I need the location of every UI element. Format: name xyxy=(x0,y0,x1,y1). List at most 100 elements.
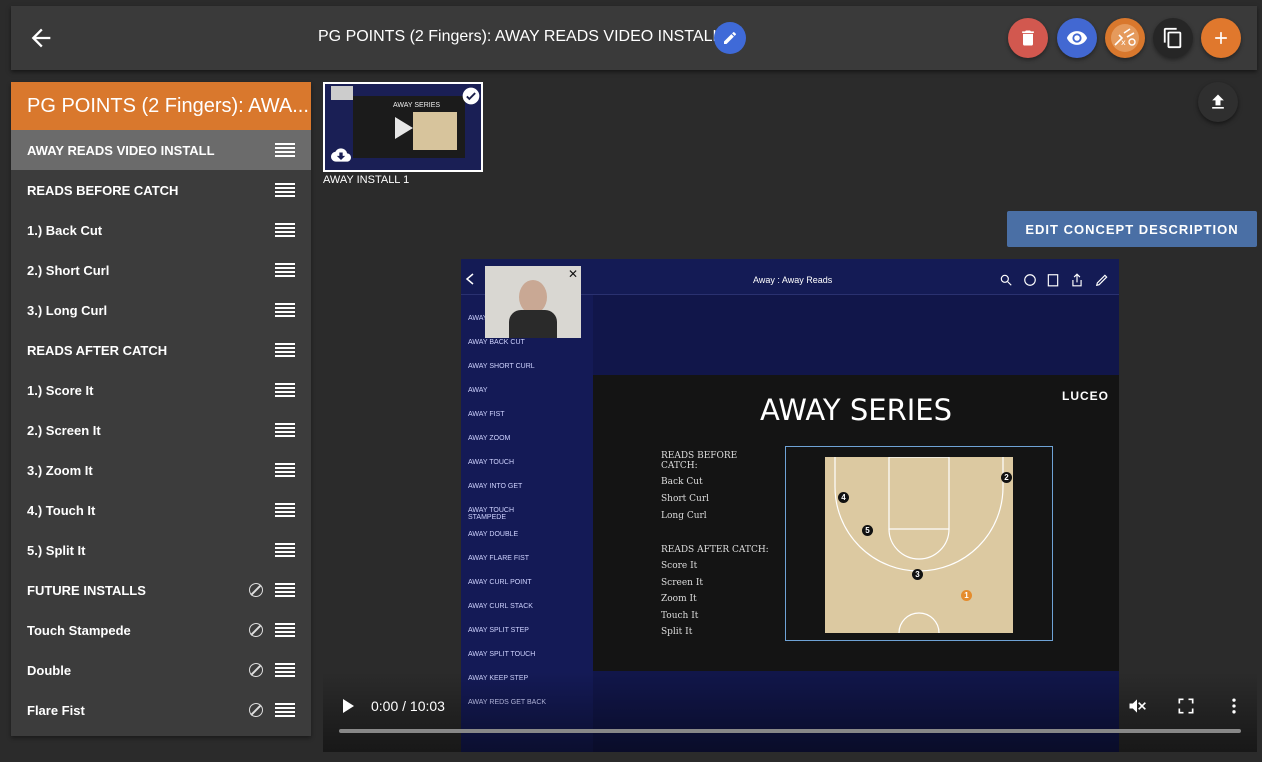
edit-title-button[interactable] xyxy=(714,22,746,54)
play-icon xyxy=(395,117,413,139)
drag-handle-icon[interactable] xyxy=(275,503,295,517)
sidebar-item[interactable]: 5.) Split It xyxy=(11,530,311,570)
play-button[interactable] xyxy=(341,698,355,714)
drag-handle-icon[interactable] xyxy=(275,423,295,437)
app-list-item: AWAY FLARE FIST xyxy=(468,555,530,562)
sidebar-item[interactable]: 2.) Short Curl xyxy=(11,250,311,290)
copy-button[interactable] xyxy=(1153,18,1193,58)
thumbnail-label: AWAY INSTALL 1 xyxy=(323,174,410,186)
sidebar-item-label: 3.) Zoom It xyxy=(27,462,93,478)
mute-icon[interactable] xyxy=(1127,696,1147,716)
app-title: Away : Away Reads xyxy=(753,275,833,285)
app-list-item: AWAY CURL STACK xyxy=(468,603,533,610)
video-player[interactable]: Away : Away Reads AWAY READSAWAY BACK CU… xyxy=(323,259,1257,752)
reads-after-title: READS AFTER CATCH: xyxy=(661,545,769,555)
block-icon xyxy=(249,623,263,637)
sidebar-item-label: READS AFTER CATCH xyxy=(27,342,168,358)
svg-text:x: x xyxy=(1121,38,1126,47)
player-marker: 3 xyxy=(912,569,923,580)
playbook-button[interactable]: x xyxy=(1105,18,1145,58)
sidebar-item[interactable]: AWAY READS VIDEO INSTALL xyxy=(11,130,311,170)
thumbnail-webcam xyxy=(331,86,353,100)
sidebar-header[interactable]: PG POINTS (2 Fingers): AWA... xyxy=(11,82,311,130)
progress-bar[interactable] xyxy=(339,729,1241,733)
player-marker: 1 xyxy=(961,590,972,601)
reads-after-item: Screen It xyxy=(661,577,703,588)
sidebar-item[interactable]: 4.) Touch It xyxy=(11,490,311,530)
drag-handle-icon[interactable] xyxy=(275,543,295,557)
sidebar-item[interactable]: 3.) Zoom It xyxy=(11,450,311,490)
add-button[interactable] xyxy=(1201,18,1241,58)
app-list-item: AWAY SPLIT TOUCH xyxy=(468,651,536,658)
block-icon xyxy=(249,583,263,597)
sidebar-item[interactable]: 3.) Long Curl xyxy=(11,290,311,330)
drag-handle-icon[interactable] xyxy=(275,663,295,677)
check-circle-icon xyxy=(462,87,480,105)
pencil-icon xyxy=(724,31,736,44)
reads-after-item: Zoom It xyxy=(661,594,697,604)
sidebar-item[interactable]: READS AFTER CATCH xyxy=(11,330,311,370)
time-display: 0:00 / 10:03 xyxy=(371,698,445,714)
drag-handle-icon[interactable] xyxy=(275,143,295,157)
body-shape xyxy=(509,310,557,338)
drag-handle-icon[interactable] xyxy=(275,343,295,357)
app-list-item: AWAY DOUBLE xyxy=(468,531,519,538)
webcam-overlay: ✕ xyxy=(485,266,581,338)
reads-after-item: Touch It xyxy=(661,610,699,621)
sidebar-item-label: 1.) Back Cut xyxy=(27,222,103,238)
slide-title: AWAY SERIES xyxy=(760,393,953,427)
sidebar-item[interactable]: FUTURE INSTALLS xyxy=(11,570,311,610)
drag-handle-icon[interactable] xyxy=(275,463,295,477)
app-list-item: AWAY SHORT CURL xyxy=(468,363,535,370)
drag-handle-icon[interactable] xyxy=(275,703,295,717)
sidebar-item[interactable]: Double xyxy=(11,650,311,690)
edit-concept-description-button[interactable]: EDIT CONCEPT DESCRIPTION xyxy=(1007,211,1257,247)
preview-button[interactable] xyxy=(1057,18,1097,58)
upload-icon xyxy=(1212,94,1224,109)
page-title: PG POINTS (2 Fingers): AWAY READS VIDEO … xyxy=(318,28,722,45)
video-controls: 0:00 / 10:03 xyxy=(323,672,1257,752)
drag-handle-icon[interactable] xyxy=(275,583,295,597)
delete-button[interactable] xyxy=(1008,18,1048,58)
upload-button[interactable] xyxy=(1198,82,1238,122)
sidebar-item-label: Touch Stampede xyxy=(27,622,131,638)
reads-before-item: Back Cut xyxy=(661,477,703,487)
sidebar-item-label: 2.) Short Curl xyxy=(27,262,110,278)
drag-handle-icon[interactable] xyxy=(275,263,295,277)
back-button[interactable] xyxy=(27,24,55,52)
eye-icon xyxy=(1066,31,1088,45)
reads-before-item: Long Curl xyxy=(661,511,707,521)
face-shape xyxy=(519,280,547,314)
drag-handle-icon[interactable] xyxy=(275,223,295,237)
drag-handle-icon[interactable] xyxy=(275,183,295,197)
fullscreen-icon[interactable] xyxy=(1176,696,1196,716)
drag-handle-icon[interactable] xyxy=(275,303,295,317)
sidebar-item[interactable]: 1.) Score It xyxy=(11,370,311,410)
thumbnail-court xyxy=(413,112,457,150)
app-list-item: AWAY xyxy=(468,387,488,394)
sidebar-item[interactable]: Touch Stampede xyxy=(11,610,311,650)
app-list-item: AWAY TOUCH xyxy=(468,459,515,466)
player-marker: 4 xyxy=(838,492,849,503)
sidebar-item-label: Flare Fist xyxy=(27,702,85,718)
pencil-icon xyxy=(1095,274,1108,287)
arrow-left-icon xyxy=(31,28,51,48)
player-marker: 2 xyxy=(1001,472,1012,483)
sidebar-item[interactable]: 1.) Back Cut xyxy=(11,210,311,250)
presentation-slide: AWAY SERIES LUCEO READS BEFORE CATCH: Ba… xyxy=(593,375,1119,671)
drag-handle-icon[interactable] xyxy=(275,383,295,397)
sidebar-item-label: 4.) Touch It xyxy=(27,502,96,518)
sidebar-item[interactable]: Flare Fist xyxy=(11,690,311,730)
sidebar-item-label: READS BEFORE CATCH xyxy=(27,182,179,198)
drag-handle-icon[interactable] xyxy=(275,623,295,637)
video-thumbnail[interactable]: AWAY SERIES xyxy=(323,82,483,172)
whistle-icon: x xyxy=(1111,24,1139,52)
sidebar-item[interactable]: READS BEFORE CATCH xyxy=(11,170,311,210)
sidebar-item[interactable]: 2.) Screen It xyxy=(11,410,311,450)
more-vertical-icon[interactable] xyxy=(1224,696,1244,716)
reads-after-item: Split It xyxy=(661,627,693,637)
player-marker: 5 xyxy=(862,525,873,536)
top-bar: PG POINTS (2 Fingers): AWAY READS VIDEO … xyxy=(11,6,1257,70)
basketball-court: 4 2 5 3 1 xyxy=(825,456,1013,634)
trash-icon xyxy=(1022,30,1034,46)
